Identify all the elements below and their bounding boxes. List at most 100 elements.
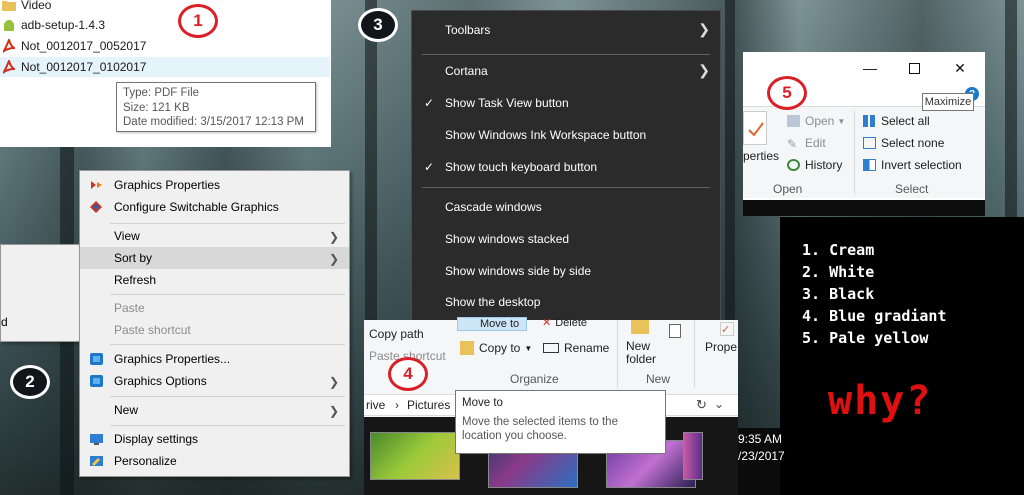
close-button[interactable]: ✕: [937, 52, 983, 84]
minimize-button[interactable]: —: [847, 52, 893, 84]
group-label-new: New: [646, 372, 671, 386]
history-label: History: [805, 158, 843, 172]
menu-item-show-desktop[interactable]: Show the desktop: [412, 287, 720, 317]
step-badge-4: 4: [388, 357, 428, 391]
menu-item-graphics-options[interactable]: Graphics Options ❯: [80, 370, 349, 392]
new-folder-icon: [631, 320, 649, 334]
android-icon: [2, 18, 16, 32]
file-info-tooltip: Type: PDF File Size: 121 KB Date modifie…: [116, 82, 316, 132]
menu-item-show-task-view[interactable]: ✓ Show Task View button: [412, 88, 720, 118]
menu-item-windows-side-by-side[interactable]: Show windows side by side: [412, 256, 720, 286]
group-label-organize: Organize: [510, 372, 559, 386]
menu-item-show-touch-keyboard[interactable]: ✓ Show touch keyboard button: [412, 152, 720, 182]
menu-item-windows-stacked[interactable]: Show windows stacked: [412, 224, 720, 254]
ribbon-divider: [617, 320, 618, 388]
chevron-right-icon: ❯: [328, 230, 339, 244]
group-label-open: Open: [773, 182, 803, 196]
desktop-context-menu: Graphics Properties Configure Switchable…: [79, 170, 350, 477]
picture-thumbnail[interactable]: [370, 432, 460, 480]
menu-label: Show touch keyboard button: [445, 160, 598, 174]
move-to-button[interactable]: Move to: [457, 317, 527, 331]
list-item-selected[interactable]: Not_0012017_0102017: [0, 57, 330, 77]
menu-item-display-settings[interactable]: Display settings: [80, 428, 349, 450]
new-folder-button[interactable]: New folder: [626, 340, 666, 366]
copy-path-button[interactable]: Copy path: [369, 327, 424, 341]
switchable-graphics-icon: [89, 200, 104, 214]
breadcrumb-segment[interactable]: rive: [366, 398, 385, 412]
delete-button[interactable]: ✕ Delete: [542, 316, 588, 330]
invert-selection-button[interactable]: Invert selection: [863, 158, 962, 172]
chevron-right-icon: ❯: [698, 21, 710, 37]
chevron-right-icon: ❯: [698, 62, 710, 78]
menu-separator: [422, 54, 710, 55]
menu-label: Show Windows Ink Workspace button: [445, 128, 647, 142]
properties-button[interactable]: perties: [743, 149, 779, 163]
list-item[interactable]: Video: [0, 0, 331, 15]
file-explorer-list: Video adb-setup-1.4.3 Not_0012017_005201…: [0, 0, 331, 147]
tooltip-size: Size: 121 KB: [123, 101, 190, 114]
picture-thumbnail[interactable]: [683, 432, 703, 480]
menu-item-sort-by[interactable]: Sort by ❯: [80, 247, 349, 269]
list-item[interactable]: adb-setup-1.4.3: [0, 15, 331, 35]
pdf-icon: [2, 39, 16, 53]
menu-item-graphics-properties[interactable]: Graphics Properties: [80, 174, 349, 196]
step-badge-3: 3: [358, 8, 398, 42]
chevron-right-icon: ❯: [328, 252, 339, 266]
menu-item-paste-shortcut[interactable]: Paste shortcut: [80, 319, 349, 341]
history-button[interactable]: History: [787, 158, 842, 172]
breadcrumb-segment[interactable]: Pictures: [407, 398, 450, 412]
step-badge-5: 5: [767, 76, 807, 110]
menu-item-cascade-windows[interactable]: Cascade windows: [412, 192, 720, 222]
sort-by-submenu: d: [0, 244, 81, 342]
refresh-icon[interactable]: ↻: [696, 397, 707, 413]
copy-to-button[interactable]: Copy to ▼: [460, 341, 532, 355]
invert-selection-label: Invert selection: [881, 158, 962, 172]
rename-label: Rename: [564, 341, 610, 355]
list-item: 3. Black: [802, 285, 875, 303]
open-button[interactable]: Open ▼: [787, 114, 845, 128]
list-item[interactable]: Not_0012017_0052017: [0, 36, 331, 56]
select-none-button[interactable]: Select none: [863, 136, 944, 150]
submenu-fragment[interactable]: d: [1, 315, 8, 329]
properties-icon: [743, 111, 767, 145]
file-name: Not_0012017_0052017: [21, 39, 147, 53]
maximize-button[interactable]: [891, 52, 937, 84]
select-all-button[interactable]: Select all: [863, 114, 930, 128]
edit-button[interactable]: ✎ Edit: [787, 136, 826, 151]
personalize-icon: [89, 454, 104, 468]
tooltip-title: Move to: [462, 397, 503, 409]
menu-item-configure-switchable-graphics[interactable]: Configure Switchable Graphics: [80, 196, 349, 218]
menu-item-paste[interactable]: Paste: [80, 297, 349, 319]
rename-button[interactable]: Rename: [543, 341, 609, 355]
ribbon-divider: [854, 111, 855, 195]
delete-label: Delete: [555, 316, 588, 329]
menu-separator: [110, 396, 345, 397]
menu-item-toolbars[interactable]: Toolbars ❯: [412, 15, 720, 45]
copy-to-label: Copy to: [479, 341, 521, 355]
menu-item-cortana[interactable]: Cortana ❯: [412, 56, 720, 86]
menu-item-refresh[interactable]: Refresh: [80, 269, 349, 291]
tooltip-type: Type: PDF File: [123, 87, 200, 99]
menu-item-personalize[interactable]: Personalize: [80, 450, 349, 472]
history-icon: [787, 159, 800, 171]
menu-label: View: [114, 229, 140, 243]
properties-icon: ✓: [720, 322, 734, 336]
move-to-label: Move to: [480, 318, 520, 330]
select-none-icon: [863, 137, 876, 149]
menu-item-view[interactable]: View ❯: [80, 225, 349, 247]
group-label-select: Select: [895, 182, 929, 196]
chevron-down-icon: ▼: [837, 116, 846, 126]
maximize-tooltip: Maximize: [922, 93, 974, 111]
chevron-down-icon[interactable]: ⌄: [714, 397, 724, 411]
select-none-label: Select none: [881, 136, 945, 150]
menu-label: Display settings: [114, 432, 199, 446]
menu-item-new[interactable]: New ❯: [80, 399, 349, 421]
ribbon: perties Open ▼ ✎ Edit History Open Selec…: [743, 106, 985, 198]
menu-label: Show windows stacked: [445, 232, 570, 246]
list-item: 4. Blue gradiant: [802, 307, 947, 325]
new-item-icon[interactable]: [669, 324, 681, 338]
display-icon: [89, 432, 104, 446]
menu-item-graphics-properties-dialog[interactable]: Graphics Properties...: [80, 348, 349, 370]
properties-button[interactable]: Prope: [705, 340, 737, 354]
menu-item-show-ink-workspace[interactable]: Show Windows Ink Workspace button: [412, 120, 720, 150]
